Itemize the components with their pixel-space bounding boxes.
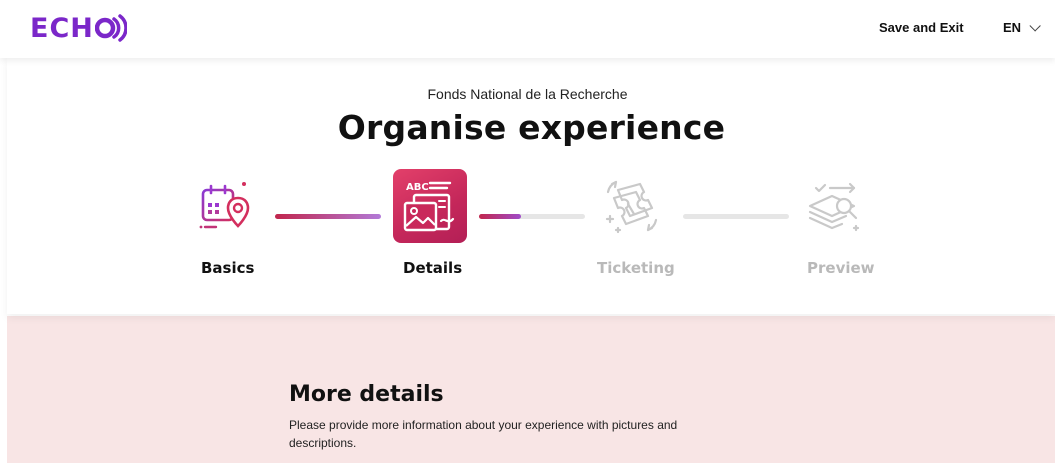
progress-line-ticketing-preview [683,214,789,219]
language-label: EN [1003,20,1022,35]
organiser-name: Fonds National de la Recherche [427,86,628,102]
section-title: More details [289,382,444,407]
step-preview-icon[interactable] [806,178,864,239]
logo-waves-icon [94,13,127,43]
chevron-down-icon [1029,19,1041,32]
step-ticketing-icon[interactable] [604,178,660,239]
language-selector[interactable]: EN [1003,19,1041,35]
step-basics-label[interactable]: Basics [201,259,254,277]
step-basics-icon[interactable] [198,180,256,239]
step-ticketing-label[interactable]: Ticketing [597,259,675,277]
top-navigation-bar: ECH Save and Exit EN [0,0,1055,58]
page-title: Organise experience [337,108,726,147]
echo-logo[interactable]: ECH [30,11,127,45]
details-image-text-icon: ABC [403,181,455,232]
step-details-label[interactable]: Details [403,259,462,277]
progress-fill-details-ticketing [479,214,521,219]
step-preview-label[interactable]: Preview [807,259,875,277]
svg-text:ABC: ABC [406,182,429,193]
step-details-icon-box[interactable]: ABC [393,169,467,243]
save-and-exit-button[interactable]: Save and Exit [879,20,964,35]
logo-text: ECH [30,12,94,44]
progress-line-basics-details [275,214,381,219]
section-description: Please provide more information about yo… [289,418,678,450]
